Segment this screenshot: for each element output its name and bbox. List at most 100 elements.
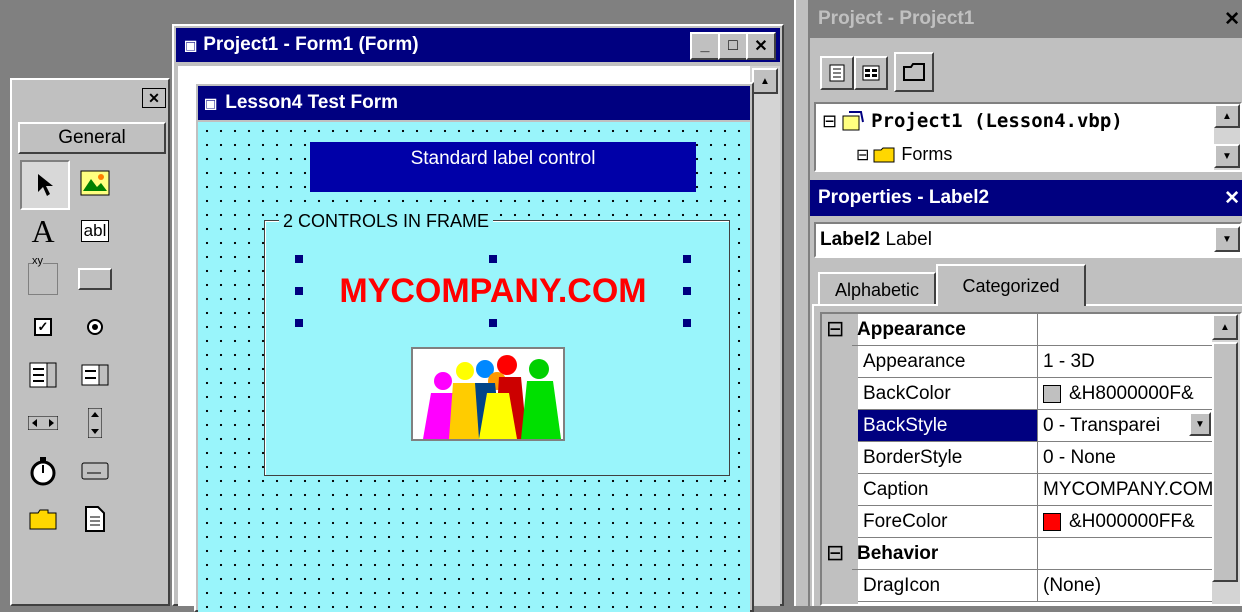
textbox-tool[interactable]: abl — [72, 208, 118, 254]
selection-handle[interactable] — [295, 255, 303, 263]
dirlistbox-tool[interactable] — [20, 496, 66, 542]
form-designer-titlebar[interactable]: ▣ Project1 - Form1 (Form) _ □ ✕ — [176, 28, 780, 62]
toolbox-close-button[interactable]: ✕ — [142, 88, 166, 108]
hscrollbar-tool[interactable] — [20, 400, 66, 446]
maximize-button[interactable]: □ — [718, 32, 748, 60]
scroll-up-arrow[interactable]: ▲ — [752, 68, 778, 94]
picturebox-tool[interactable] — [72, 160, 118, 206]
selection-handle[interactable] — [683, 287, 691, 295]
properties-close-icon[interactable]: ✕ — [1224, 187, 1240, 210]
tab-alphabetic[interactable]: Alphabetic — [818, 272, 936, 306]
selection-handle[interactable] — [295, 319, 303, 327]
property-value[interactable]: (None) — [1038, 570, 1214, 602]
form1[interactable]: ▣ Lesson4 Test Form Standard label contr… — [194, 82, 754, 612]
category-collapse-icon[interactable]: ⊟ — [826, 540, 844, 566]
property-row[interactable]: ForeColor &H000000FF& — [822, 506, 1214, 538]
combobox-icon — [29, 362, 57, 388]
selection-handle[interactable] — [683, 319, 691, 327]
property-category[interactable]: ⊟ Appearance — [822, 314, 1214, 346]
property-name[interactable]: DragIcon — [858, 570, 1038, 602]
form-designer-title: Project1 - Form1 (Form) — [203, 34, 419, 55]
property-row[interactable]: BorderStyle 0 - None — [822, 442, 1214, 474]
vscrollbar-tool[interactable] — [72, 400, 118, 446]
project-explorer-titlebar[interactable]: Project - Project1 ✕ — [810, 0, 1242, 38]
checkbox-icon: ✓ — [34, 318, 52, 336]
toolbox-tab-general[interactable]: General — [18, 122, 166, 154]
checkbox-tool[interactable]: ✓ — [20, 304, 66, 350]
tab-categorized[interactable]: Categorized — [936, 264, 1086, 306]
property-row[interactable]: DragIcon (None) — [822, 570, 1214, 602]
designer-vscrollbar[interactable]: ▲ — [750, 66, 780, 606]
image1[interactable] — [411, 347, 565, 441]
property-value[interactable]: 0 - None — [1038, 442, 1214, 474]
commandbutton-tool[interactable] — [72, 256, 118, 302]
tree-item-forms[interactable]: ⊟ Forms — [856, 144, 952, 165]
form1-titlebar: ▣ Lesson4 Test Form — [198, 86, 750, 120]
object-selector[interactable]: Label2 Label ▼ — [814, 222, 1242, 258]
view-object-button[interactable] — [854, 56, 888, 90]
property-row[interactable]: Appearance 1 - 3D — [822, 346, 1214, 378]
collapse-icon[interactable]: ⊟ — [856, 145, 869, 165]
property-row[interactable]: BackStyle 0 - Transparei ▼ — [822, 410, 1214, 442]
property-name[interactable]: Caption — [858, 474, 1038, 506]
minimize-button[interactable]: _ — [690, 32, 720, 60]
property-value[interactable]: &H000000FF& — [1038, 506, 1214, 538]
selection-handle[interactable] — [683, 255, 691, 263]
project-close-icon[interactable]: ✕ — [1224, 8, 1240, 31]
tree-scrollbar[interactable]: ▲ ▼ — [1214, 104, 1240, 170]
scroll-thumb[interactable] — [1212, 342, 1238, 582]
property-name[interactable]: Appearance — [858, 346, 1038, 378]
view-code-icon — [829, 64, 845, 82]
color-swatch — [1043, 384, 1061, 403]
folder-icon — [29, 509, 57, 530]
combobox-tool[interactable] — [20, 352, 66, 398]
property-value[interactable]: &H8000000F& — [1038, 378, 1214, 410]
view-code-button[interactable] — [820, 56, 854, 90]
project-tree[interactable]: ⊟ Project1 (Lesson4.vbp) ⊟ Forms ▲ ▼ — [814, 102, 1242, 172]
pointer-tool[interactable] — [20, 160, 70, 210]
selection-handle[interactable] — [295, 287, 303, 295]
stopwatch-icon — [30, 457, 56, 486]
property-value[interactable]: 1 - 3D — [1038, 346, 1214, 378]
close-button[interactable]: ✕ — [746, 32, 776, 60]
project-explorer-title: Project - Project1 — [818, 8, 975, 29]
selection-handle[interactable] — [489, 319, 497, 327]
category-collapse-icon[interactable]: ⊟ — [826, 316, 844, 342]
property-value[interactable]: 0 - Transparei ▼ — [1038, 410, 1214, 442]
collapse-icon[interactable]: ⊟ — [822, 111, 837, 132]
scroll-down-arrow[interactable]: ▼ — [1214, 144, 1240, 168]
properties-titlebar[interactable]: Properties - Label2 ✕ — [810, 180, 1242, 216]
property-name[interactable]: BorderStyle — [858, 442, 1038, 474]
scroll-up-arrow[interactable]: ▲ — [1212, 314, 1238, 340]
hscrollbar-icon — [28, 416, 58, 430]
label2[interactable]: MYCOMPANY.COM — [301, 259, 685, 323]
chevron-down-icon[interactable]: ▼ — [1214, 226, 1240, 252]
property-name[interactable]: ForeColor — [858, 506, 1038, 538]
folder-icon — [873, 147, 895, 162]
timer-tool[interactable] — [20, 448, 66, 494]
toggle-folders-button[interactable] — [894, 52, 934, 92]
tree-item-project[interactable]: ⊟ Project1 (Lesson4.vbp) — [822, 110, 1123, 132]
optionbutton-tool[interactable] — [72, 304, 118, 350]
property-grid[interactable]: ⊟ Appearance Appearance 1 - 3D BackColor &H80… — [820, 312, 1242, 606]
label1[interactable]: Standard label control — [310, 142, 696, 192]
property-name[interactable]: BackColor — [858, 378, 1038, 410]
label-tool[interactable]: A — [20, 208, 66, 254]
property-value[interactable]: MYCOMPANY.COM — [1038, 474, 1214, 506]
frame-tool[interactable]: xy — [20, 255, 66, 302]
property-name[interactable]: BackStyle — [858, 410, 1038, 442]
form1-icon: ▣ — [204, 94, 218, 111]
textbox-icon: abl — [80, 220, 110, 242]
scroll-up-arrow[interactable]: ▲ — [1214, 104, 1240, 128]
property-row[interactable]: Caption MYCOMPANY.COM — [822, 474, 1214, 506]
property-category[interactable]: ⊟ Behavior — [822, 538, 1214, 570]
drivelistbox-tool[interactable] — [72, 448, 118, 494]
filelistbox-tool[interactable] — [72, 496, 118, 542]
property-grid-scrollbar[interactable]: ▲ — [1212, 314, 1240, 604]
form1-client[interactable]: Standard label control 2 CONTROLS IN FRA… — [198, 122, 750, 612]
frame1[interactable]: 2 CONTROLS IN FRAME MYCOMPANY.COM — [264, 211, 730, 476]
property-row[interactable]: BackColor &H8000000F& — [822, 378, 1214, 410]
chevron-down-icon[interactable]: ▼ — [1189, 412, 1211, 436]
selection-handle[interactable] — [489, 255, 497, 263]
listbox-tool[interactable] — [72, 352, 118, 398]
